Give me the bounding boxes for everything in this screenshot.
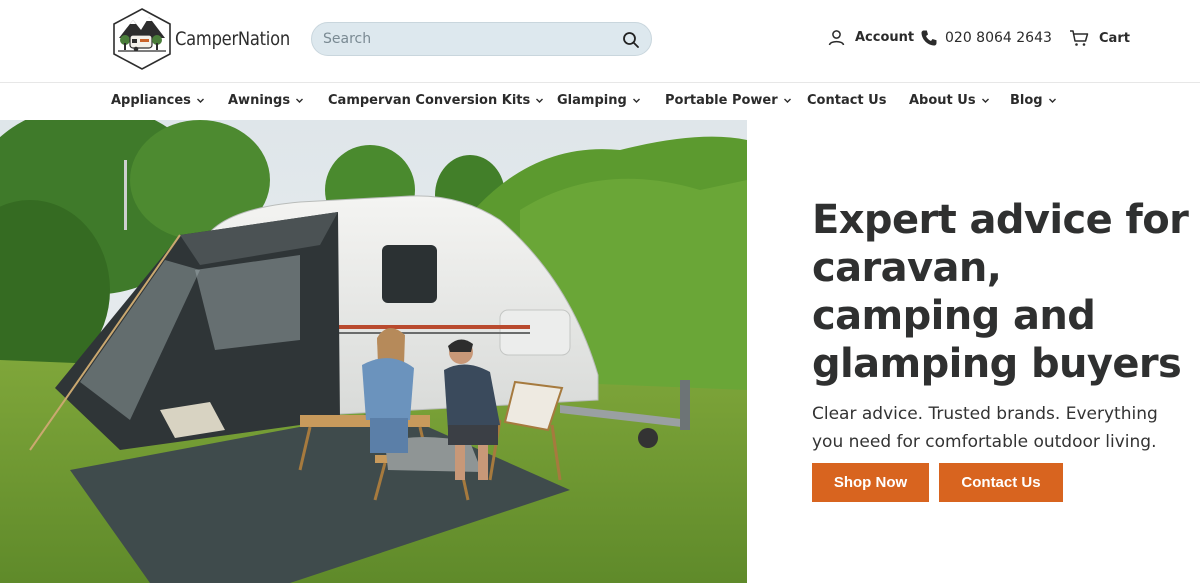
cart-label: Cart <box>1099 30 1130 46</box>
cart-link[interactable]: Cart <box>1069 29 1130 47</box>
search-input[interactable] <box>312 23 612 55</box>
hero-content: Expert advice for caravan, camping and g… <box>812 196 1197 456</box>
phone-icon <box>921 30 937 46</box>
nav-item-label: Blog <box>1010 93 1043 108</box>
hero-subheading-line: you need for comfortable outdoor living. <box>812 432 1157 452</box>
main-nav: Appliances Awnings Campervan Conversion … <box>0 84 1200 120</box>
nav-item-label: About Us <box>909 93 976 108</box>
hero-headline-line: Expert advice for <box>812 197 1189 243</box>
nav-item-label: Contact Us <box>807 93 887 108</box>
hero-cta-group: Shop Now Contact Us <box>812 463 1063 502</box>
nav-item-label: Glamping <box>557 93 627 108</box>
shop-now-button[interactable]: Shop Now <box>812 463 929 502</box>
contact-us-button[interactable]: Contact Us <box>939 463 1063 502</box>
phone-link[interactable]: 020 8064 2643 <box>920 29 1052 47</box>
chevron-down-icon <box>296 98 304 103</box>
nav-item-blog[interactable]: Blog <box>1010 93 1057 108</box>
chevron-down-icon <box>783 98 791 103</box>
cart-icon <box>1070 30 1089 46</box>
chevron-down-icon <box>1048 98 1056 103</box>
nav-item-portable-power[interactable]: Portable Power <box>665 93 792 108</box>
nav-item-appliances[interactable]: Appliances <box>111 93 205 108</box>
search-icon[interactable] <box>622 31 640 49</box>
chevron-down-icon <box>632 98 640 103</box>
hero-subheading-line: Clear advice. Trusted brands. Everything <box>812 404 1158 424</box>
phone-number: 020 8064 2643 <box>945 30 1052 46</box>
hero-headline-line: camping and <box>812 293 1096 339</box>
nav-item-campervan-conversion-kits[interactable]: Campervan Conversion Kits <box>328 93 544 108</box>
account-link[interactable]: Account <box>828 29 914 46</box>
chevron-down-icon <box>536 98 544 103</box>
nav-item-label: Portable Power <box>665 93 778 108</box>
brand-name: CamperNation <box>175 28 290 50</box>
brand-logo[interactable]: CamperNation <box>113 8 309 70</box>
hero-headline: Expert advice for caravan, camping and g… <box>812 196 1197 388</box>
hero-subheading: Clear advice. Trusted brands. Everything… <box>812 400 1197 456</box>
hero-headline-line: glamping buyers <box>812 341 1182 387</box>
chevron-down-icon <box>981 98 989 103</box>
nav-item-glamping[interactable]: Glamping <box>557 93 641 108</box>
account-label: Account <box>855 30 915 45</box>
nav-item-contact-us[interactable]: Contact Us <box>807 93 886 108</box>
nav-item-label: Awnings <box>228 93 291 108</box>
site-header: CamperNation Account 020 8064 2643 Cart <box>0 0 1200 83</box>
hero-image <box>0 120 747 583</box>
logo-icon <box>113 8 171 70</box>
hero-photo-caravan-awning <box>0 120 747 583</box>
hero-headline-line: caravan, <box>812 245 1002 291</box>
chevron-down-icon <box>196 98 204 103</box>
nav-item-about-us[interactable]: About Us <box>909 93 990 108</box>
account-icon <box>828 30 845 46</box>
search-bar <box>311 22 652 56</box>
nav-item-label: Appliances <box>111 93 191 108</box>
nav-item-awnings[interactable]: Awnings <box>228 93 304 108</box>
nav-item-label: Campervan Conversion Kits <box>328 93 531 108</box>
